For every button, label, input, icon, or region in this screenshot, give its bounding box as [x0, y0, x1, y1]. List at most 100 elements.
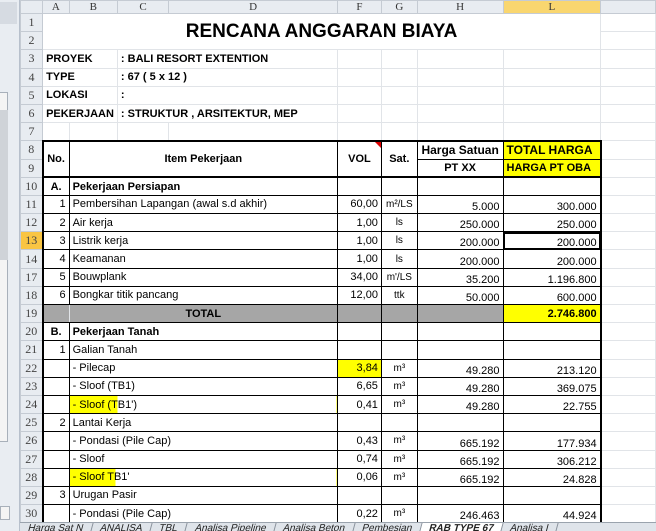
row-header[interactable]: 10 [19, 176, 44, 196]
item-vol[interactable] [336, 413, 382, 433]
row-header[interactable]: 21 [19, 340, 44, 360]
row-header[interactable]: 13 [19, 231, 44, 251]
item-name[interactable]: - Pondasi (Pile Cap) [68, 431, 338, 451]
item-vol[interactable]: 6,65 [336, 376, 382, 396]
column-header-l[interactable]: L [502, 0, 602, 14]
item-vol[interactable]: 0,41 [336, 394, 382, 415]
row-header[interactable]: 3 [19, 49, 44, 69]
item-total[interactable]: 1.196.800 [502, 267, 602, 287]
info-label[interactable]: PEKERJAAN [42, 103, 118, 124]
item-vol[interactable]: 0,74 [336, 449, 382, 469]
item-unit[interactable] [380, 413, 418, 433]
item-unit-price[interactable]: 246.463 [416, 504, 504, 524]
item-name[interactable]: - Sloof TB1' [68, 467, 338, 487]
row-header[interactable]: 23 [19, 376, 44, 396]
item-no[interactable]: 6 [41, 285, 70, 306]
item-unit[interactable]: m³ [380, 504, 418, 524]
item-unit[interactable]: m³ [380, 449, 418, 469]
item-total[interactable]: 369.075 [502, 376, 602, 396]
item-unit-price[interactable]: 665.192 [416, 449, 504, 469]
item-name[interactable]: Lantai Kerja [68, 413, 338, 433]
column-header-d[interactable]: D [168, 0, 338, 14]
sheet-tab[interactable]: TBL [149, 523, 189, 531]
item-total[interactable]: 24.828 [502, 467, 602, 487]
item-total[interactable] [502, 340, 602, 360]
info-value[interactable]: : 67 ( 5 x 12 ) [116, 67, 338, 87]
item-unit-price[interactable]: 200.000 [416, 249, 504, 269]
item-unit[interactable]: ls [380, 231, 418, 251]
item-total[interactable]: 300.000 [502, 194, 602, 215]
item-total[interactable]: 200.000 [502, 249, 602, 269]
item-unit[interactable]: m³ [380, 376, 418, 396]
item-total[interactable]: 600.000 [502, 285, 602, 306]
item-no[interactable]: 2 [41, 413, 70, 433]
item-unit-price[interactable]: 49.280 [416, 376, 504, 396]
item-vol[interactable]: 34,00 [336, 267, 382, 287]
item-no[interactable]: 1 [41, 340, 70, 360]
item-name[interactable]: Air kerja [68, 213, 338, 233]
item-unit-price[interactable]: 35.200 [416, 267, 504, 287]
item-vol[interactable]: 0,06 [336, 467, 382, 487]
row-header[interactable]: 2 [19, 31, 44, 51]
item-unit-price[interactable]: 5.000 [416, 194, 504, 215]
row-header[interactable]: 24 [19, 394, 44, 415]
item-name[interactable]: - Sloof [68, 449, 338, 469]
row-header[interactable]: 9 [19, 158, 44, 178]
column-header-b[interactable]: B [68, 0, 118, 14]
row-header[interactable]: 4 [19, 67, 44, 87]
column-header-f[interactable]: F [336, 0, 382, 14]
item-total[interactable]: 306.212 [502, 449, 602, 469]
item-vol[interactable]: 0,43 [336, 431, 382, 451]
column-header-a[interactable]: A [42, 0, 70, 14]
item-name[interactable]: Listrik kerja [68, 231, 338, 251]
item-no[interactable]: 3 [41, 485, 70, 506]
item-total[interactable]: 213.120 [502, 358, 602, 378]
sheet-tab[interactable]: Harga Sat N [20, 523, 94, 531]
sheet-tab[interactable]: Analisa I [500, 523, 559, 531]
item-unit[interactable] [380, 485, 418, 506]
row-header[interactable]: 19 [19, 303, 44, 324]
item-unit[interactable]: m³ [380, 431, 418, 451]
item-name[interactable]: - Sloof (TB1) [68, 376, 338, 396]
item-unit[interactable]: m³ [380, 467, 418, 487]
section-title[interactable]: Pekerjaan Persiapan [68, 176, 338, 196]
item-total[interactable]: 250.000 [502, 213, 602, 233]
item-total[interactable]: 22.755 [502, 394, 602, 415]
item-unit-price[interactable] [416, 340, 504, 360]
item-total[interactable]: 44.924 [502, 504, 602, 524]
item-name[interactable]: Bongkar titik pancang [68, 285, 338, 306]
item-unit[interactable]: m³ [380, 358, 418, 378]
item-no[interactable] [41, 504, 70, 524]
item-no[interactable] [41, 394, 70, 415]
section-no[interactable]: A. [41, 176, 70, 196]
pane-scrollbar[interactable] [0, 110, 8, 260]
item-no[interactable] [41, 449, 70, 469]
column-header-h[interactable]: H [416, 0, 504, 14]
row-header[interactable]: 25 [19, 413, 44, 433]
item-unit-price[interactable] [416, 413, 504, 433]
row-header[interactable]: 28 [19, 467, 44, 487]
item-name[interactable]: - Pilecap [68, 358, 338, 378]
item-name[interactable]: Urugan Pasir [68, 485, 338, 506]
item-vol[interactable]: 12,00 [336, 285, 382, 306]
item-no[interactable] [41, 358, 70, 378]
item-no[interactable] [41, 376, 70, 396]
item-unit-price[interactable]: 49.280 [416, 394, 504, 415]
item-no[interactable]: 5 [41, 267, 70, 287]
item-no[interactable]: 3 [41, 231, 70, 251]
item-total[interactable]: 200.000 [502, 231, 602, 251]
item-unit-price[interactable]: 665.192 [416, 467, 504, 487]
sheet-tab[interactable]: Pembesian [351, 523, 423, 531]
item-vol[interactable]: 60,00 [336, 194, 382, 215]
row-header[interactable]: 30 [19, 504, 44, 524]
item-unit[interactable]: m³ [380, 394, 418, 415]
row-header[interactable]: 11 [19, 194, 44, 215]
item-unit[interactable]: m'/LS [380, 267, 418, 287]
item-total[interactable]: 177.934 [502, 431, 602, 451]
select-all-corner[interactable] [19, 0, 44, 14]
item-unit[interactable] [380, 340, 418, 360]
row-header[interactable]: 17 [19, 267, 44, 287]
sheet-tab[interactable]: Analisa Pipeline [185, 523, 277, 531]
info-label[interactable]: TYPE [42, 67, 118, 87]
item-unit-price[interactable]: 49.280 [416, 358, 504, 378]
